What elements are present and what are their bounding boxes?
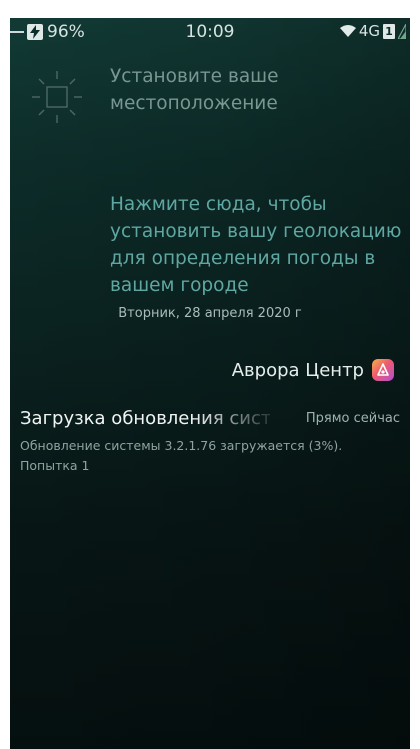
notification-item[interactable]: Загрузка обновления системы Прямо сейчас… bbox=[20, 408, 400, 476]
aurora-center-icon bbox=[372, 359, 394, 381]
sim-badge: 1 bbox=[383, 23, 395, 39]
weather-title: Установите ваше местоположение bbox=[110, 66, 279, 114]
notification-timestamp: Прямо сейчас bbox=[305, 411, 400, 426]
wifi-icon bbox=[339, 25, 356, 37]
notification-title: Загрузка обновления системы bbox=[20, 408, 270, 429]
app-name: Аврора Центр bbox=[231, 359, 364, 381]
notification-group-header[interactable]: Аврора Центр bbox=[232, 359, 394, 381]
signal-icon bbox=[398, 23, 406, 39]
network-status: 4G 1 bbox=[339, 22, 406, 40]
lock-screen: 96% 10:09 4G 1 Установите ваше местополо… bbox=[10, 18, 410, 749]
network-type: 4G bbox=[358, 22, 380, 40]
notification-body: Обновление системы 3.2.1.76 загружается … bbox=[20, 438, 343, 473]
weather-location-hint[interactable]: Нажмите сюда, чтобы установить вашу геол… bbox=[110, 191, 410, 299]
lock-screen-date: Вторник, 28 апреля 2020 г bbox=[118, 306, 302, 321]
status-bar: 96% 10:09 4G 1 bbox=[10, 18, 410, 48]
sun-icon bbox=[32, 71, 82, 123]
